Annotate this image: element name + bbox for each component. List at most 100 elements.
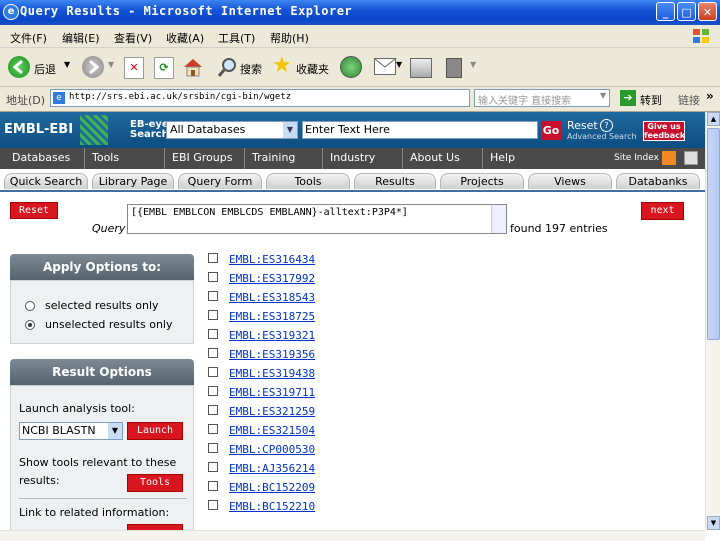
nav-ebi-groups[interactable]: EBI Groups [172, 151, 232, 164]
result-link[interactable]: EMBL:ES318543 [229, 291, 315, 304]
next-button[interactable]: next [641, 202, 684, 220]
tab-databanks[interactable]: Databanks [616, 173, 700, 189]
result-checkbox[interactable] [208, 443, 218, 453]
unselected-radio[interactable] [25, 320, 35, 330]
result-checkbox[interactable] [208, 291, 218, 301]
tab-results[interactable]: Results [354, 173, 436, 189]
search-text-input[interactable]: Enter Text Here [302, 121, 538, 139]
back-arrow-icon[interactable] [8, 56, 30, 78]
scroll-thumb[interactable] [707, 128, 720, 340]
result-link[interactable]: EMBL:ES319321 [229, 329, 315, 342]
result-link[interactable]: EMBL:ES321504 [229, 424, 315, 437]
result-checkbox[interactable] [208, 367, 218, 377]
ebi-logo[interactable]: EMBL-EBI [4, 122, 73, 137]
query-scrollbar[interactable] [491, 205, 506, 233]
tab-projects[interactable]: Projects [440, 173, 524, 189]
query-textarea[interactable]: [{EMBL EMBLCON EMBLCDS EMBLANN}-alltext:… [127, 204, 507, 234]
search-icon[interactable] [216, 56, 238, 78]
forward-dropdown-icon[interactable]: ▼ [108, 60, 114, 69]
favorites-label[interactable]: 收藏夹 [296, 61, 329, 77]
close-button[interactable]: ✕ [698, 2, 717, 21]
result-link[interactable]: EMBL:CP000530 [229, 443, 315, 456]
result-checkbox[interactable] [208, 424, 218, 434]
vertical-scrollbar[interactable]: ▲ ▼ [705, 112, 720, 530]
favorites-star-icon[interactable]: ★ [272, 55, 294, 77]
result-link[interactable]: EMBL:BC152210 [229, 500, 315, 513]
result-checkbox[interactable] [208, 348, 218, 358]
result-checkbox[interactable] [208, 310, 218, 320]
print-page-icon[interactable] [684, 151, 698, 165]
nav-help[interactable]: Help [490, 151, 515, 164]
refresh-icon[interactable]: ⟳ [154, 57, 174, 79]
scroll-up-icon[interactable]: ▲ [707, 112, 720, 126]
result-link[interactable]: EMBL:ES321259 [229, 405, 315, 418]
launch-button[interactable]: Launch [127, 422, 183, 440]
feedback-button[interactable]: Give us feedback [643, 121, 685, 141]
menu-tools[interactable]: 工具(T) [218, 30, 255, 46]
rss-icon[interactable] [662, 151, 676, 165]
menu-favorites[interactable]: 收藏(A) [166, 30, 204, 46]
result-link[interactable]: EMBL:ES318725 [229, 310, 315, 323]
address-search-input[interactable]: 输入关键字 直接搜索 [474, 89, 610, 107]
horizontal-scrollbar[interactable] [0, 530, 705, 541]
links-label[interactable]: 链接 [678, 92, 700, 108]
tools-button[interactable]: Tools [127, 474, 183, 492]
go-label[interactable]: 转到 [640, 92, 662, 108]
menu-file[interactable]: 文件(F) [10, 30, 47, 46]
tab-library-page[interactable]: Library Page [92, 173, 174, 189]
links-more-icon[interactable]: » [706, 89, 714, 103]
result-checkbox[interactable] [208, 329, 218, 339]
result-checkbox[interactable] [208, 481, 218, 491]
menu-view[interactable]: 查看(V) [114, 30, 152, 46]
nav-tools[interactable]: Tools [92, 151, 119, 164]
edit-dropdown-icon[interactable]: ▼ [470, 60, 476, 69]
back-dropdown-icon[interactable]: ▼ [64, 60, 70, 69]
result-checkbox[interactable] [208, 386, 218, 396]
tab-quick-search[interactable]: Quick Search [4, 173, 88, 189]
maximize-button[interactable]: □ [677, 2, 696, 21]
result-link[interactable]: EMBL:ES319356 [229, 348, 315, 361]
result-checkbox[interactable] [208, 272, 218, 282]
back-label[interactable]: 后退 [34, 61, 56, 77]
nav-training[interactable]: Training [252, 151, 295, 164]
stop-icon[interactable]: ✕ [124, 57, 144, 79]
tool-select[interactable]: NCBI BLASTN ▼ [19, 422, 123, 440]
menu-help[interactable]: 帮助(H) [270, 30, 309, 46]
go-button[interactable]: Go [541, 121, 561, 140]
history-icon[interactable] [340, 56, 362, 78]
result-link[interactable]: EMBL:BC152209 [229, 481, 315, 494]
result-checkbox[interactable] [208, 462, 218, 472]
nav-about-us[interactable]: About Us [410, 151, 460, 164]
result-link[interactable]: EMBL:ES317992 [229, 272, 315, 285]
nav-industry[interactable]: Industry [330, 151, 375, 164]
result-link[interactable]: EMBL:ES319438 [229, 367, 315, 380]
address-input[interactable]: e http://srs.ebi.ac.uk/srsbin/cgi-bin/wg… [50, 89, 470, 107]
nav-databases[interactable]: Databases [12, 151, 70, 164]
tab-views[interactable]: Views [528, 173, 612, 189]
mail-dropdown-icon[interactable]: ▼ [396, 60, 402, 69]
menu-edit[interactable]: 编辑(E) [62, 30, 100, 46]
database-select[interactable]: All Databases ▼ [166, 121, 298, 139]
search-label[interactable]: 搜索 [240, 61, 262, 77]
help-icon[interactable]: ? [600, 119, 613, 132]
advanced-search-link[interactable]: Advanced Search [567, 132, 637, 141]
result-checkbox[interactable] [208, 405, 218, 415]
go-arrow-icon[interactable]: ➔ [620, 90, 636, 106]
tab-query-form[interactable]: Query Form [178, 173, 262, 189]
site-index-link[interactable]: Site Index [614, 153, 659, 163]
chevron-down-icon[interactable]: ▼ [283, 122, 297, 138]
chevron-down-icon[interactable]: ▼ [108, 423, 122, 439]
result-checkbox[interactable] [208, 500, 218, 510]
minimize-button[interactable]: _ [656, 2, 675, 21]
forward-arrow-icon[interactable] [82, 56, 104, 78]
result-checkbox[interactable] [208, 253, 218, 263]
print-icon[interactable] [410, 58, 432, 78]
reset-link[interactable]: Reset [567, 119, 598, 132]
result-link[interactable]: EMBL:AJ356214 [229, 462, 315, 475]
result-link[interactable]: EMBL:ES319711 [229, 386, 315, 399]
mail-icon[interactable] [374, 58, 396, 75]
address-dropdown-icon[interactable]: ▼ [600, 91, 606, 100]
home-icon[interactable] [182, 56, 204, 78]
selected-radio[interactable] [25, 301, 35, 311]
result-link[interactable]: EMBL:ES316434 [229, 253, 315, 266]
